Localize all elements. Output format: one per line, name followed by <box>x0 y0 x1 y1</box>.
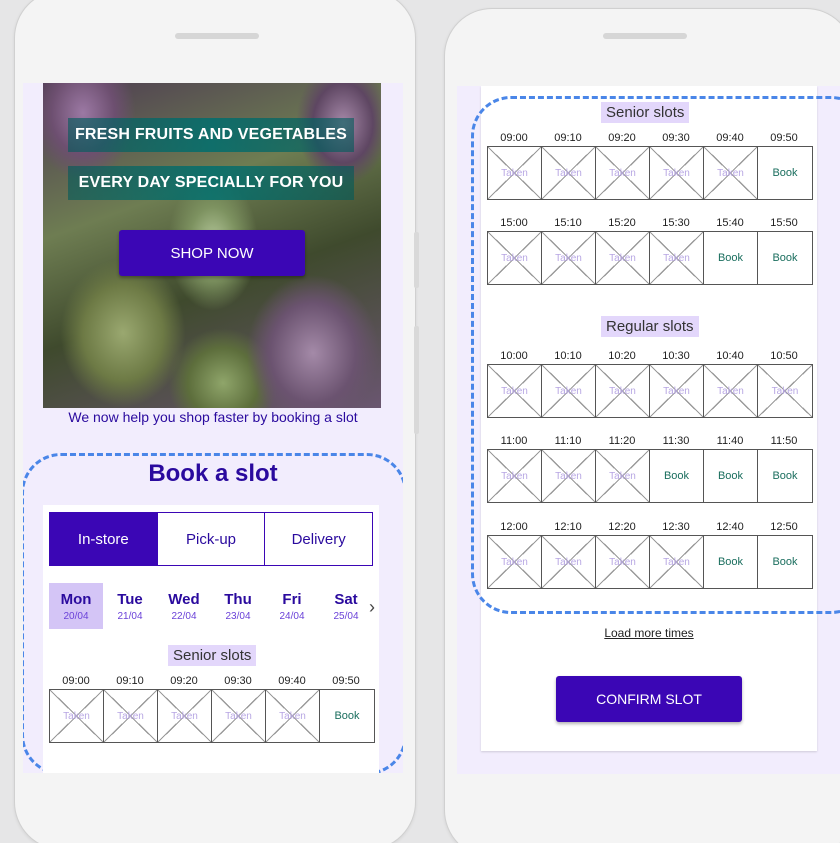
slot-time-label: 09:20 <box>170 675 198 687</box>
slot-status-label: Taken <box>63 710 90 722</box>
day-date: 25/04 <box>333 610 359 622</box>
slot-taken: Taken <box>266 690 320 742</box>
day-sat[interactable]: Sat 25/04 <box>319 583 373 629</box>
hero-headline: FRESH FRUITS AND VEGETABLES <box>68 118 354 152</box>
day-fri[interactable]: Fri 24/04 <box>265 583 319 629</box>
day-name: Mon <box>60 590 92 608</box>
slot-status-label: Taken <box>117 710 144 722</box>
day-wed[interactable]: Wed 22/04 <box>157 583 211 629</box>
day-tue[interactable]: Tue 21/04 <box>103 583 157 629</box>
day-name: Fri <box>282 590 302 608</box>
slot-taken: Taken <box>158 690 212 742</box>
tab-in-store[interactable]: In-store <box>50 513 158 565</box>
day-date: 23/04 <box>225 610 251 622</box>
slot-status-label: Taken <box>225 710 252 722</box>
day-date: 24/04 <box>279 610 305 622</box>
day-name: Wed <box>168 590 200 608</box>
load-more-link[interactable]: Load more times <box>481 626 817 640</box>
slot-row: 09:00 09:10 09:20 09:30 09:40 09:50 Taken Taken… <box>49 675 375 743</box>
booking-card: In-store Pick-up Delivery Mon 20/04 Tue 21… <box>43 505 379 773</box>
chevron-right-icon[interactable]: › <box>369 597 375 618</box>
highlight-dashed-outline <box>471 96 840 614</box>
day-date: 21/04 <box>117 610 143 622</box>
slot-time-label: 09:10 <box>116 675 144 687</box>
day-selector: Mon 20/04 Tue 21/04 Wed 22/04 Thu 23/04 Fri 2… <box>49 583 373 629</box>
day-name: Tue <box>117 590 143 608</box>
speaker-grille <box>175 33 259 39</box>
slot-time-label: 09:30 <box>224 675 252 687</box>
speaker-grille <box>603 33 687 39</box>
slot-status-label: Taken <box>279 710 306 722</box>
left-screen: FRESH FRUITS AND VEGETABLES EVERY DAY SP… <box>23 83 403 773</box>
slot-time-label: 09:00 <box>62 675 90 687</box>
day-date: 20/04 <box>63 610 89 622</box>
slot-book-button[interactable]: Book <box>320 690 374 742</box>
tab-delivery[interactable]: Delivery <box>265 513 372 565</box>
slot-taken: Taken <box>50 690 104 742</box>
tagline-text: We now help you shop faster by booking a… <box>68 409 358 425</box>
power-button <box>414 326 419 434</box>
shop-now-button[interactable]: SHOP NOW <box>119 230 305 276</box>
slot-taken: Taken <box>212 690 266 742</box>
left-phone-mockup: FRESH FRUITS AND VEGETABLES EVERY DAY SP… <box>14 0 416 843</box>
slot-times: 09:00 09:10 09:20 09:30 09:40 09:50 <box>49 675 375 687</box>
day-date: 22/04 <box>171 610 197 622</box>
fulfillment-tabs: In-store Pick-up Delivery <box>49 512 373 566</box>
day-name: Sat <box>334 590 358 608</box>
slot-status-label: Taken <box>171 710 198 722</box>
day-thu[interactable]: Thu 23/04 <box>211 583 265 629</box>
slot-time-label: 09:50 <box>332 675 360 687</box>
slot-status-label: Book <box>334 710 360 722</box>
senior-slots-label: Senior slots <box>168 645 257 666</box>
hero-subheadline: EVERY DAY SPECIALLY FOR YOU <box>68 166 354 200</box>
day-name: Thu <box>224 590 252 608</box>
confirm-slot-button[interactable]: CONFIRM SLOT <box>556 676 742 722</box>
volume-button <box>414 232 419 288</box>
slot-boxes: Taken Taken Taken Taken Taken Book <box>49 689 375 743</box>
right-phone-mockup: Senior slots 09:00 09:10 09:20 09:30 09:40 09… <box>444 8 840 843</box>
right-screen: Senior slots 09:00 09:10 09:20 09:30 09:40 09… <box>457 86 840 774</box>
hero-banner-image: FRESH FRUITS AND VEGETABLES EVERY DAY SP… <box>43 83 381 408</box>
slot-time-label: 09:40 <box>278 675 306 687</box>
slot-taken: Taken <box>104 690 158 742</box>
day-mon[interactable]: Mon 20/04 <box>49 583 103 629</box>
tab-pick-up[interactable]: Pick-up <box>158 513 266 565</box>
